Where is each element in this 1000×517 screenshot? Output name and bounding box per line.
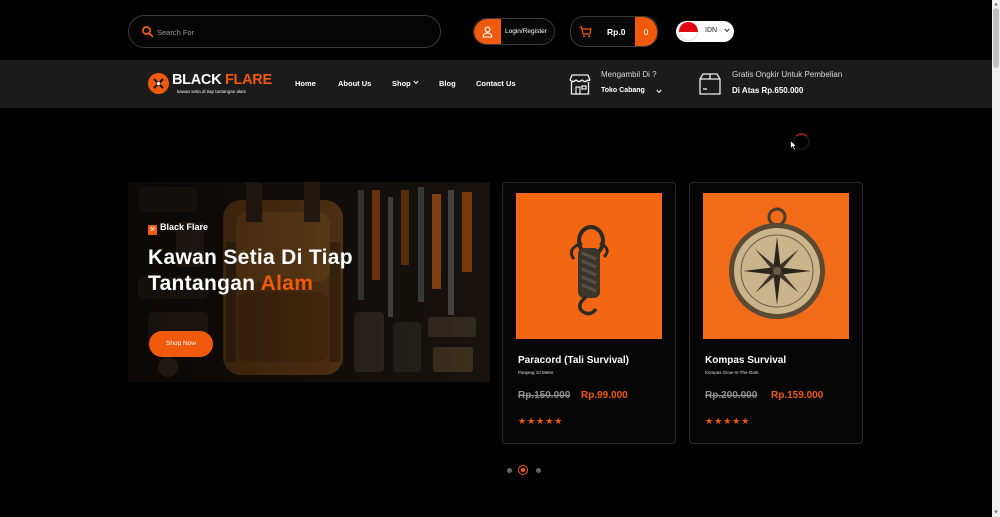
brand-mark-icon: ⚒ <box>148 225 157 235</box>
cart-icon <box>579 26 592 38</box>
hero-title: Kawan Setia Di Tiap Tantangan Alam <box>148 246 353 295</box>
main-navbar: BLACK FLARE kawan setia di tiap tantanga… <box>0 60 992 108</box>
pickup-value: Toko Cabang <box>601 87 645 94</box>
product-price: Rp.159.000 <box>771 390 824 401</box>
indonesia-flag-icon <box>679 22 698 41</box>
search-bar[interactable] <box>128 15 441 48</box>
product-rating-stars: ★★★★★ <box>705 416 751 426</box>
search-input[interactable] <box>157 23 427 41</box>
shipping-line2: Di Atas Rp.650.000 <box>732 86 804 95</box>
product-old-price: Rp.150.000 <box>518 390 571 401</box>
product-subtitle: Panjang 10 Meter <box>518 370 554 375</box>
package-box-icon <box>699 73 721 95</box>
mouse-cursor-icon <box>790 140 798 151</box>
hero-banner: ⚒ Black Flare Kawan Setia Di Tiap Tantang… <box>128 182 490 382</box>
brand-logo[interactable]: BLACK FLARE kawan setia di tiap tantanga… <box>148 72 272 98</box>
carousel-dot-2-active[interactable] <box>518 465 528 475</box>
product-old-price: Rp.200.000 <box>705 390 758 401</box>
product-subtitle: Kompas Glow-In-The-Dark <box>705 370 759 375</box>
logo-text: BLACK FLARE <box>172 72 272 88</box>
paracord-image <box>516 193 662 339</box>
product-card[interactable]: Paracord (Tali Survival) Panjang 10 Mete… <box>502 182 676 444</box>
cart-button[interactable]: Rp.0 0 <box>570 16 658 47</box>
nav-blog[interactable]: Blog <box>439 79 456 88</box>
login-label: Login/Register <box>505 28 547 35</box>
product-card[interactable]: Kompas Survival Kompas Glow-In-The-Dark … <box>689 182 863 444</box>
nav-shop[interactable]: Shop <box>392 79 419 88</box>
cart-count-badge: 0 <box>635 17 657 46</box>
carousel-dot-3[interactable] <box>536 468 541 473</box>
compass-image <box>703 193 849 339</box>
product-name[interactable]: Kompas Survival <box>705 355 786 366</box>
hero-brand: ⚒ Black Flare <box>148 222 209 235</box>
pickup-question: Mengambil Di ? <box>601 70 657 79</box>
scroll-up-arrow-icon[interactable] <box>993 1 999 7</box>
nav-about-us[interactable]: About Us <box>338 79 371 88</box>
language-code: IDN <box>705 27 718 34</box>
product-name[interactable]: Paracord (Tali Survival) <box>518 355 629 366</box>
page-scrollbar[interactable] <box>992 0 1000 517</box>
cart-total: Rp.0 <box>607 27 626 37</box>
chevron-down-icon <box>413 80 419 85</box>
user-icon-container <box>474 19 501 44</box>
crossed-tools-icon <box>148 73 169 94</box>
shipping-line1: Gratis Ongkir Untuk Pembelian <box>732 70 843 79</box>
top-bar: Login/Register Rp.0 0 IDN <box>0 0 992 60</box>
scroll-down-arrow-icon[interactable] <box>993 509 999 515</box>
chevron-down-icon <box>724 28 730 33</box>
product-price: Rp.99.000 <box>581 390 628 401</box>
shop-now-button[interactable]: Shop Now <box>149 331 213 357</box>
scrollbar-thumb[interactable] <box>993 8 999 68</box>
chevron-down-icon <box>656 89 662 94</box>
product-rating-stars: ★★★★★ <box>518 416 564 426</box>
carousel-dot-1[interactable] <box>507 468 512 473</box>
nav-home[interactable]: Home <box>295 79 316 88</box>
user-icon <box>482 26 493 38</box>
language-selector[interactable]: IDN <box>676 21 734 42</box>
nav-contact-us[interactable]: Contact Us <box>476 79 516 88</box>
search-icon[interactable] <box>141 25 155 39</box>
logo-tagline: kawan setia di tiap tantangan alam <box>177 89 247 94</box>
store-icon <box>569 74 591 95</box>
login-register-button[interactable]: Login/Register <box>473 18 555 45</box>
